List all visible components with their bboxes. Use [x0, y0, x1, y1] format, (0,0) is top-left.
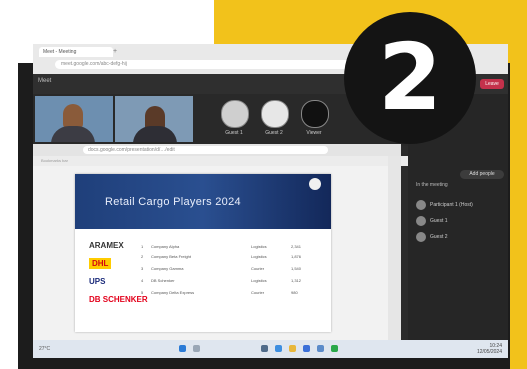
add-people-button[interactable]: Add people [460, 170, 504, 179]
participant-body [133, 126, 177, 142]
row-name: Company Gamma [151, 266, 184, 271]
chrome-icon[interactable] [303, 345, 310, 352]
taskbar: 27°C 10:24 12/05/2024 [33, 340, 508, 358]
step-number: 2 [377, 24, 442, 131]
list-item[interactable]: Participant 1 (Host) [416, 198, 506, 212]
row-number: 4 [141, 278, 144, 283]
person-name: Participant 1 (Host) [430, 202, 473, 208]
video-tile-participant-2[interactable] [115, 96, 193, 142]
folder-icon[interactable] [289, 345, 296, 352]
row-type: Logistics [251, 278, 267, 283]
row-name: DB Schenker [151, 278, 175, 283]
editor-side-toolbar [388, 156, 401, 340]
row-number: 2 [141, 254, 144, 259]
row-type: Logistics [251, 244, 267, 249]
list-item[interactable]: Guest 1 [416, 214, 506, 228]
avatar-guest-1[interactable] [221, 100, 249, 128]
row-name: Company Alpha [151, 244, 180, 249]
table-row: 4 DB Schenker Logistics 1,312 [141, 278, 321, 285]
row-number: 3 [141, 266, 144, 271]
person-name: Guest 2 [430, 234, 448, 240]
shared-browser-toolbar: docs.google.com/presentation/d/…/edit [33, 144, 401, 156]
avatar-label: Viewer [306, 130, 322, 136]
slide-title: Retail Cargo Players 2024 [105, 196, 241, 208]
row-number: 5 [141, 290, 144, 295]
table-row: 2 Company Beta Freight Logistics 1,876 [141, 254, 321, 261]
person-name: Guest 1 [430, 218, 448, 224]
bookmarks-bar: Bookmarks bar [33, 156, 409, 166]
shared-address-bar[interactable]: docs.google.com/presentation/d/…/edit [83, 146, 328, 154]
row-number: 1 [141, 244, 144, 249]
logo-1: ARAMEX [89, 241, 124, 250]
row-type: Courier [251, 290, 265, 295]
avatar-viewer[interactable] [301, 100, 329, 128]
avatar [416, 200, 426, 210]
list-item[interactable]: Guest 2 [416, 230, 506, 244]
row-value: 1,876 [291, 254, 302, 259]
row-value: 1,312 [291, 278, 302, 283]
row-type: Courier [251, 266, 265, 271]
meeting-title: Meet [38, 78, 52, 84]
logo-4: DB SCHENKER [89, 295, 148, 304]
row-name: Company Beta Freight [151, 254, 192, 259]
search-icon[interactable] [193, 345, 200, 352]
table-row: 3 Company Gamma Courier 1,540 [141, 266, 321, 273]
slide-banner: Retail Cargo Players 2024 [75, 174, 331, 229]
start-icon[interactable] [179, 345, 186, 352]
leave-button[interactable]: Leave [480, 79, 504, 89]
table-row: 5 Company Delta Express Courier 980 [141, 290, 321, 297]
avatar-label: Guest 1 [225, 130, 243, 136]
logo-3: UPS [89, 277, 106, 286]
row-value: 1,540 [291, 266, 302, 271]
row-value: 980 [291, 290, 298, 295]
new-tab-icon[interactable]: + [113, 48, 117, 55]
avatar-label: Guest 2 [265, 130, 283, 136]
avatar [416, 216, 426, 226]
video-tile-participant-1[interactable] [35, 96, 113, 142]
browser-tab[interactable]: Meet - Meeting [39, 47, 113, 57]
avatar-guest-2[interactable] [261, 100, 289, 128]
presentation-slide: Retail Cargo Players 2024 ARAMEX DHL UPS… [75, 174, 331, 332]
meet-icon[interactable] [331, 345, 338, 352]
row-name: Company Delta Express [151, 290, 195, 295]
shared-screen-window: docs.google.com/presentation/d/…/edit Bo… [33, 144, 409, 340]
people-panel-header: In the meeting [416, 182, 448, 188]
participant-body [51, 126, 95, 142]
task-view-icon[interactable] [261, 345, 268, 352]
edge-icon[interactable] [275, 345, 282, 352]
clock[interactable]: 10:24 12/05/2024 [477, 343, 502, 355]
weather-widget[interactable]: 27°C [39, 346, 50, 352]
clock-date: 12/05/2024 [476, 349, 502, 355]
slide-badge-icon [309, 178, 321, 190]
avatar [416, 232, 426, 242]
mail-icon[interactable] [317, 345, 324, 352]
row-value: 2,341 [291, 244, 302, 249]
row-type: Logistics [251, 254, 267, 259]
logo-2: DHL [89, 258, 112, 269]
table-row: 1 Company Alpha Logistics 2,341 [141, 244, 321, 251]
